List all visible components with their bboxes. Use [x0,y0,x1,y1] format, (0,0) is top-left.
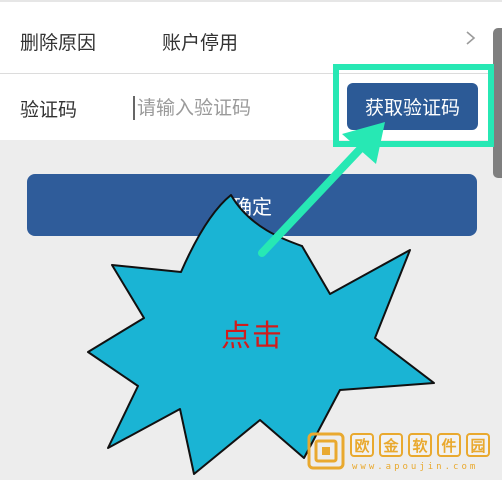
watermark-url: www.apoujin.com [352,462,479,472]
text-caret [133,96,135,120]
delete-reason-label: 删除原因 [20,32,97,54]
chevron-right-icon [466,31,476,45]
delete-reason-row[interactable]: 删除原因 账户停用 [0,2,502,74]
watermark-char: 软 [408,433,432,457]
watermark-char: 金 [379,433,403,457]
watermark-char: 件 [437,433,461,457]
callout-click-text: 点击 [221,319,283,354]
verification-code-input-wrapper [133,92,333,124]
scrollbar[interactable] [493,28,502,178]
verification-code-input[interactable] [137,92,332,124]
get-verification-code-button[interactable]: 获取验证码 [347,83,478,130]
watermark-logo-icon [307,432,345,470]
watermark-char: 园 [466,433,490,457]
delete-reason-value: 账户停用 [162,32,239,54]
verification-code-label: 验证码 [20,99,78,121]
watermark-brand: 欧 金 软 件 园 [350,433,490,457]
confirm-button[interactable]: 确定 [27,174,477,236]
watermark-char: 欧 [350,433,374,457]
